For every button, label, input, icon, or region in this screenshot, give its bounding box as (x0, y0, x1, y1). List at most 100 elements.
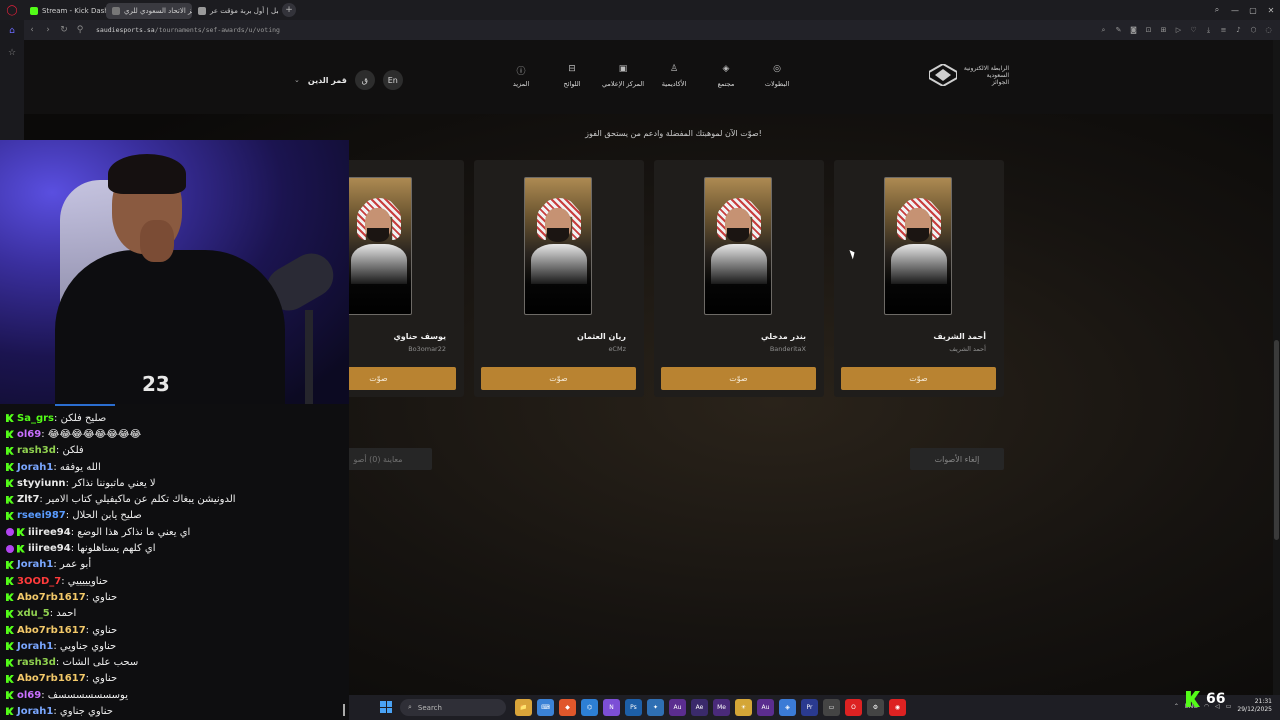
taskbar-app-icon[interactable]: ◉ (889, 699, 906, 716)
bookmark-icon[interactable]: ⊞ (1158, 25, 1169, 36)
battery-icon[interactable]: ▭ (1226, 703, 1232, 710)
opera-logo-icon[interactable]: ◯ (0, 0, 24, 20)
home-icon[interactable]: ⌂ (0, 20, 24, 42)
taskbar-app-icon[interactable]: ✦ (647, 699, 664, 716)
shield-icon[interactable]: ⬡ (1248, 25, 1259, 36)
taskbar-app-icon[interactable]: ⌬ (581, 699, 598, 716)
kick-badge-icon (6, 609, 14, 618)
tab-sef-awards[interactable]: جوائز الاتحاد السعودي للري... (106, 3, 192, 19)
chat-message: Abo7rb1617: حناوي (0, 589, 349, 605)
snapshot-icon[interactable]: ⊡ (1143, 25, 1154, 36)
nav-community[interactable]: ◈ مجتمع (696, 64, 756, 88)
menu-icon[interactable]: ≡ (1218, 25, 1229, 36)
chat-username[interactable]: ol69 (17, 690, 41, 701)
kick-badge-icon (6, 593, 14, 602)
chat-username[interactable]: Zlt7 (17, 494, 39, 505)
taskbar-app-icon[interactable]: 📁 (515, 699, 532, 716)
chat-username[interactable]: xdu_5 (17, 608, 50, 619)
taskbar-search[interactable]: ⌕ Search (400, 699, 506, 716)
chat-username[interactable]: 3OOD_7 (17, 576, 61, 587)
nav-academy[interactable]: ♙ الأكاديمية (644, 64, 704, 88)
search-icon[interactable]: ⌕ (1098, 25, 1109, 36)
back-icon[interactable]: ‹ (24, 25, 40, 35)
taskbar-app-icon[interactable]: Au (757, 699, 774, 716)
user-name[interactable]: قمر الدين (308, 76, 347, 85)
tab-kick-dashboard[interactable]: Stream - Kick Dashboard (24, 3, 106, 19)
chat-username[interactable]: Jorah1 (17, 641, 53, 652)
new-tab-button[interactable]: + (282, 3, 296, 17)
close-icon[interactable]: ✕ (1262, 0, 1280, 20)
chat-text: : صليح فلكن (54, 412, 107, 424)
chat-username[interactable]: Abo7rb1617 (17, 592, 86, 603)
chat-username[interactable]: iiiree94 (28, 543, 71, 554)
camera-icon[interactable]: ◙ (1128, 25, 1139, 36)
chat-message: Jorah1: حناوي جناوي (0, 703, 349, 719)
taskbar-app-icon[interactable]: ⚙ (867, 699, 884, 716)
site-info-icon[interactable]: ⚲ (72, 25, 88, 35)
maximize-icon[interactable]: ▢ (1244, 0, 1262, 20)
chat-username[interactable]: styyiunn (17, 478, 66, 489)
minimize-icon[interactable]: — (1226, 0, 1244, 20)
chevron-up-icon[interactable]: ⌃ (1174, 703, 1179, 710)
taskbar-app-icon[interactable]: ◆ (559, 699, 576, 716)
clock[interactable]: 21:31 29/12/2025 (1237, 698, 1272, 714)
site-favicon-icon (198, 7, 206, 15)
chat-username[interactable]: rash3d (17, 445, 56, 456)
taskbar-app-icon[interactable]: Au (669, 699, 686, 716)
chat-username[interactable]: rash3d (17, 657, 56, 668)
scrollbar-thumb[interactable] (1274, 340, 1279, 540)
chat-username[interactable]: ol69 (17, 429, 41, 440)
chat-username[interactable]: Abo7rb1617 (17, 625, 86, 636)
heart-icon[interactable]: ♡ (1188, 25, 1199, 36)
taskbar-app-icon[interactable]: Me (713, 699, 730, 716)
candidate-name: يوسف حناوي (393, 332, 446, 341)
taskbar-app-icon[interactable]: ☀ (735, 699, 752, 716)
nav-tournaments[interactable]: ◎ البطولات (747, 64, 807, 88)
chat-username[interactable]: Jorah1 (17, 559, 53, 570)
chat-scrollbar[interactable] (343, 704, 345, 716)
windows-start-icon[interactable] (380, 701, 392, 713)
kick-badge-icon (6, 479, 14, 488)
chat-username[interactable]: Abo7rb1617 (17, 673, 86, 684)
chat-text: : اي كلهم يستاهلونها (70, 543, 156, 555)
nav-more[interactable]: ⓘ المزيد (491, 64, 551, 88)
taskbar-app-icon[interactable]: O (845, 699, 862, 716)
chevron-down-icon[interactable]: ⌄ (294, 76, 300, 84)
taskbar-app-icon[interactable]: ▭ (823, 699, 840, 716)
chat-username[interactable]: Jorah1 (17, 462, 53, 473)
chat-username[interactable]: iiiree94 (28, 527, 71, 538)
avatar[interactable]: ق (354, 70, 375, 90)
taskbar-app-icon[interactable]: Ae (691, 699, 708, 716)
nav-regulations[interactable]: ⊟ اللوائح (542, 64, 602, 88)
taskbar-app-icon[interactable]: N (603, 699, 620, 716)
chat-username[interactable]: Sa_grs (17, 413, 54, 424)
tab-third[interactable]: مهبل | أول بربة مؤقت عر... (192, 3, 278, 19)
search-tabs-icon[interactable]: ⌕ (1208, 0, 1226, 20)
taskbar-app-icon[interactable]: Ps (625, 699, 642, 716)
language-toggle[interactable]: En (382, 70, 403, 90)
taskbar-app-icon[interactable]: Pr (801, 699, 818, 716)
chat-username[interactable]: rseei987 (17, 510, 66, 521)
chat-username[interactable]: Jorah1 (17, 706, 53, 717)
url-field[interactable]: saudiesports.sa/tournaments/sef-awards/u… (96, 26, 280, 34)
forward-icon[interactable]: › (40, 25, 56, 35)
taskbar-app-icon[interactable]: ⌨ (537, 699, 554, 716)
brand-logo[interactable]: الرابطة الالكترونية السعودية الجوائز (929, 64, 1009, 86)
kick-badge-icon (6, 658, 14, 667)
play-icon[interactable]: ▷ (1173, 25, 1184, 36)
download-icon[interactable]: ⤓ (1203, 25, 1214, 36)
nav-media-center[interactable]: ▣ المركز الإعلامي (593, 64, 653, 88)
kick-badge-icon (6, 463, 14, 472)
browser-tab-bar: ◯ Stream - Kick Dashboard جوائز الاتحاد … (0, 0, 1280, 20)
edit-icon[interactable]: ✎ (1113, 25, 1124, 36)
vote-button[interactable]: صوّت (661, 367, 816, 390)
reload-icon[interactable]: ↻ (56, 25, 72, 35)
bell-icon[interactable]: ♪ (1233, 25, 1244, 36)
vote-button[interactable]: صوّت (481, 367, 636, 390)
taskbar-app-icon[interactable]: ◈ (779, 699, 796, 716)
profile-icon[interactable]: ◌ (1263, 25, 1274, 36)
cancel-votes-button[interactable]: إلغاء الأصوات (910, 448, 1004, 470)
kick-badge-icon (17, 528, 25, 537)
vote-button[interactable]: صوّت (841, 367, 996, 390)
star-icon[interactable]: ☆ (0, 42, 24, 64)
